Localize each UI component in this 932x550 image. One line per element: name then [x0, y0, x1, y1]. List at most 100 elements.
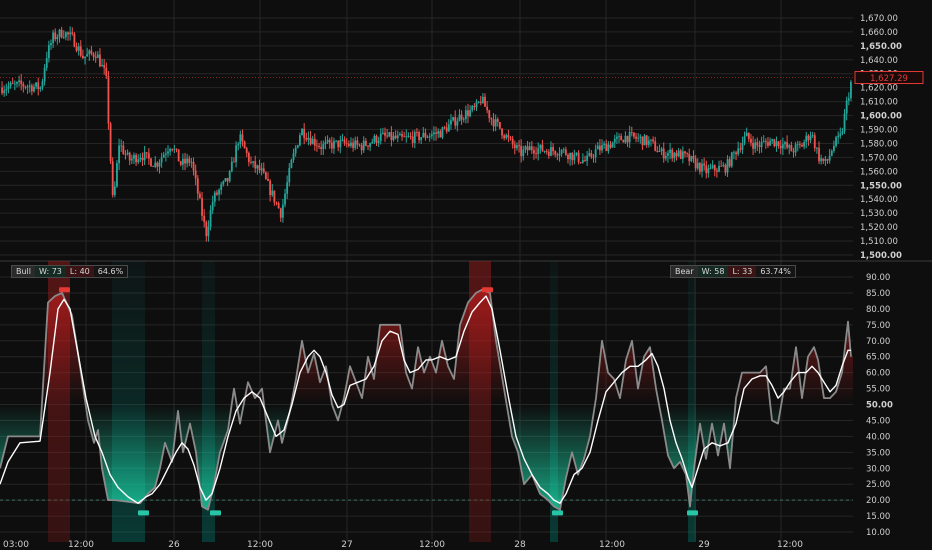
candle-body — [128, 152, 131, 161]
time-tick-label: 27 — [341, 540, 352, 550]
candle-body — [341, 139, 344, 141]
candle-body — [675, 152, 678, 157]
candle-body — [99, 54, 101, 67]
oscillator-tick-label: 30.00 — [866, 464, 890, 474]
candle-body — [462, 118, 465, 120]
candle-body — [658, 150, 661, 152]
candle-body — [630, 131, 633, 133]
candle-body — [381, 132, 384, 134]
candle-body — [624, 135, 627, 143]
candle-body — [311, 138, 314, 145]
price-tick-label: 1,550.00 — [860, 181, 902, 191]
bull-signal-marker — [138, 510, 149, 516]
candle-body — [560, 150, 563, 154]
candle-body — [273, 190, 276, 203]
price-tick-label: 1,500.00 — [860, 251, 902, 261]
candle-body — [296, 145, 299, 148]
candle-body — [137, 159, 140, 163]
candle-body — [835, 137, 837, 146]
candle-body — [486, 106, 489, 111]
candle-body — [369, 143, 372, 147]
candle-body — [820, 158, 823, 162]
candle-body — [154, 162, 157, 167]
candle-body — [139, 157, 142, 160]
candle-body — [781, 144, 784, 149]
candle-body — [703, 163, 706, 166]
candle-body — [284, 193, 286, 205]
oscillator-tick-label: 90.00 — [866, 273, 890, 283]
candle-body — [169, 148, 172, 152]
candle-body — [488, 110, 491, 119]
candle-body — [588, 153, 591, 156]
candle-body — [594, 149, 597, 158]
candle-body — [120, 145, 123, 147]
candle-body — [671, 149, 674, 159]
candle-body — [503, 135, 506, 139]
chart-workspace[interactable]: 1,670.001,660.001,650.001,640.001,630.00… — [0, 0, 932, 550]
candle-body — [543, 151, 546, 152]
candle-body — [394, 135, 397, 139]
candle-body — [475, 102, 478, 108]
candle-body — [160, 157, 163, 163]
candle-body — [41, 81, 44, 88]
candle-body — [309, 137, 312, 145]
bull-stats-box: Bull W: 73 L: 40 64.6% — [11, 265, 129, 278]
candle-body — [388, 132, 391, 137]
candle-body — [550, 147, 552, 156]
price-tick-label: 1,510.00 — [860, 237, 898, 247]
candle-body — [839, 133, 842, 136]
candle-body — [496, 119, 499, 123]
candle-body — [24, 86, 27, 88]
candle-body — [343, 139, 346, 144]
candle-body — [73, 33, 76, 47]
candle-body — [192, 161, 195, 171]
candle-body — [711, 165, 714, 168]
candle-body — [94, 56, 97, 58]
candle-body — [477, 101, 480, 103]
candle-body — [650, 139, 652, 141]
candle-body — [241, 134, 244, 142]
oscillator-tick-label: 45.00 — [866, 416, 890, 426]
candle-body — [164, 153, 167, 155]
time-tick-label: 12:00 — [419, 540, 445, 550]
candle-body — [696, 162, 699, 169]
candle-body — [730, 152, 733, 167]
candle-body — [292, 153, 295, 160]
candle-body — [681, 151, 684, 159]
candle-body — [828, 155, 831, 161]
candle-body — [145, 152, 148, 154]
price-tick-label: 1,650.00 — [860, 42, 902, 52]
candle-body — [447, 124, 450, 132]
candle-body — [684, 151, 686, 154]
candle-body — [126, 152, 129, 155]
candle-body — [779, 146, 782, 149]
candle-body — [324, 142, 327, 144]
candle-body — [339, 140, 342, 148]
oscillator-tick-label: 70.00 — [866, 337, 890, 347]
candle-body — [513, 144, 516, 149]
candle-body — [277, 202, 280, 209]
candle-body — [590, 153, 593, 157]
candle-body — [592, 156, 595, 158]
candle-body — [801, 144, 803, 147]
candle-body — [111, 161, 114, 196]
candle-body — [237, 144, 240, 146]
bear-wins: W: 58 — [697, 266, 729, 277]
candle-body — [481, 96, 484, 103]
bull-signal-marker — [552, 510, 563, 516]
candle-body — [337, 140, 340, 148]
oscillator-tick-label: 85.00 — [866, 289, 890, 299]
candle-body — [152, 166, 155, 168]
candle-body — [299, 135, 301, 146]
candle-body — [841, 131, 844, 134]
candle-body — [92, 53, 95, 57]
candle-body — [518, 145, 520, 147]
candle-body — [850, 82, 852, 99]
candle-body — [656, 150, 659, 152]
candle-body — [735, 152, 737, 155]
candle-body — [507, 135, 510, 138]
candle-body — [581, 160, 584, 163]
candle-body — [573, 154, 576, 161]
candle-body — [33, 86, 35, 92]
candle-body — [335, 140, 337, 142]
